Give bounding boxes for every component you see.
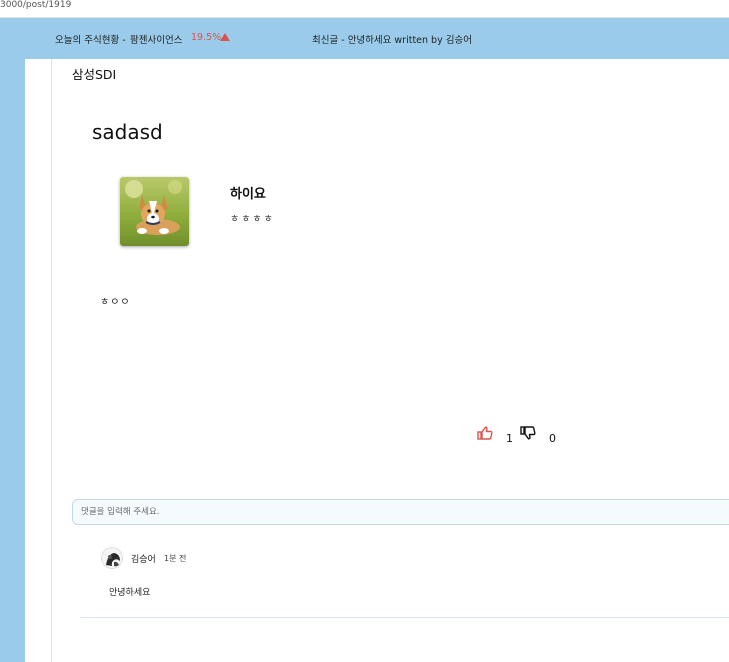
comment-author: 김승어 xyxy=(131,555,156,565)
comment-input[interactable] xyxy=(72,499,729,525)
commenter-avatar xyxy=(101,547,123,569)
ticker-stock-prefix: 오늘의 주식현황 - xyxy=(55,35,126,46)
ticker-stock-change: 19.5% xyxy=(191,32,222,43)
triangle-up-icon xyxy=(220,33,230,41)
content-left-border xyxy=(51,59,52,662)
author-subtext: ㅎㅎㅎㅎ xyxy=(230,214,275,225)
ticker-stock-name[interactable]: 팜젠사이언스 xyxy=(130,32,182,46)
author-name: 하이요 xyxy=(230,187,266,202)
browser-url-bar[interactable]: 3000/post/1919 xyxy=(0,0,729,18)
ticker-latest-post[interactable]: 최신글 - 안녕하세요 written by 김승어 xyxy=(312,32,472,46)
comment-text: 안녕하세요 xyxy=(109,588,151,598)
url-text: 3000/post/1919 xyxy=(0,0,72,10)
stock-ticker-bar: 오늘의 주식현황 - 팜젠사이언스 19.5% 최신글 - 안녕하세요 writ… xyxy=(25,18,729,59)
author-avatar xyxy=(120,177,189,246)
thumbs-down-icon[interactable] xyxy=(520,426,536,440)
post-title: sadasd xyxy=(92,120,163,144)
post-category[interactable]: 삼성SDI xyxy=(72,64,116,83)
like-count: 1 xyxy=(506,432,513,445)
comment-divider xyxy=(80,617,729,618)
thumbs-up-icon[interactable] xyxy=(477,426,493,440)
post-body: ㅎㅇㅇ xyxy=(100,297,131,308)
dislike-count: 0 xyxy=(549,432,556,445)
left-side-band xyxy=(0,18,25,662)
comment-time: 1분 전 xyxy=(164,554,187,563)
